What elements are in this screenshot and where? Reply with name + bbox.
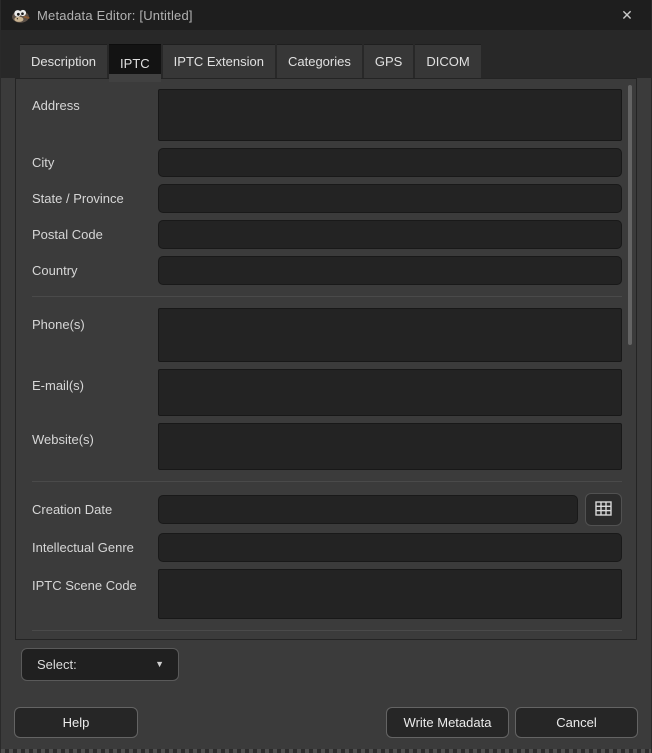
iptc-form-panel: Address City State / Province Postal Cod…	[15, 78, 637, 640]
country-label: Country	[32, 263, 158, 278]
tab-gps[interactable]: GPS	[364, 44, 413, 78]
calendar-picker-button[interactable]	[585, 493, 622, 526]
form-row-address: Address	[32, 89, 622, 141]
form-row-intellectual-genre: Intellectual Genre	[32, 533, 622, 562]
calendar-grid-icon	[595, 501, 612, 519]
form-row-creation-date: Creation Date	[32, 493, 622, 526]
chevron-down-icon: ▼	[155, 660, 164, 669]
gimp-wilber-icon	[11, 8, 30, 23]
postal-code-label: Postal Code	[32, 227, 158, 242]
form-row-city: City	[32, 148, 622, 177]
cancel-button[interactable]: Cancel	[515, 707, 638, 738]
vertical-scrollbar[interactable]	[627, 81, 633, 637]
phones-input[interactable]	[158, 308, 622, 362]
creation-date-input[interactable]	[158, 495, 578, 524]
phones-label: Phone(s)	[32, 308, 158, 332]
city-input[interactable]	[158, 148, 622, 177]
emails-input[interactable]	[158, 369, 622, 416]
select-dropdown[interactable]: Select: ▼	[21, 648, 179, 681]
iptc-scene-code-label: IPTC Scene Code	[32, 569, 158, 593]
close-icon: ✕	[621, 7, 633, 24]
tab-description[interactable]: Description	[20, 44, 107, 78]
window-title: Metadata Editor: [Untitled]	[37, 8, 613, 23]
intellectual-genre-input[interactable]	[158, 533, 622, 562]
select-dropdown-label: Select:	[37, 657, 77, 672]
separator	[32, 481, 622, 482]
iptc-scene-code-input[interactable]	[158, 569, 622, 619]
form-row-websites: Website(s)	[32, 423, 622, 470]
dialog-action-area: Help Write Metadata Cancel	[14, 707, 638, 738]
state-province-input[interactable]	[158, 184, 622, 213]
websites-input[interactable]	[158, 423, 622, 470]
city-label: City	[32, 155, 158, 170]
form-row-postal-code: Postal Code	[32, 220, 622, 249]
address-input[interactable]	[158, 89, 622, 141]
help-button[interactable]: Help	[14, 707, 138, 738]
titlebar[interactable]: Metadata Editor: [Untitled] ✕	[1, 0, 651, 30]
tab-bar: Description IPTC IPTC Extension Categori…	[1, 30, 651, 78]
form-row-emails: E-mail(s)	[32, 369, 622, 416]
country-input[interactable]	[158, 256, 622, 285]
address-label: Address	[32, 89, 158, 113]
creation-date-label: Creation Date	[32, 502, 158, 517]
websites-label: Website(s)	[32, 423, 158, 447]
window-bottom-edge	[1, 749, 651, 753]
metadata-editor-dialog: Metadata Editor: [Untitled] ✕ Descriptio…	[0, 0, 652, 753]
close-button[interactable]: ✕	[613, 1, 641, 29]
tab-iptc[interactable]: IPTC	[109, 44, 161, 82]
form-row-iptc-scene-code: IPTC Scene Code	[32, 569, 622, 619]
separator	[32, 630, 622, 631]
form-row-country: Country	[32, 256, 622, 285]
tab-iptc-extension[interactable]: IPTC Extension	[163, 44, 275, 78]
tab-dicom[interactable]: DICOM	[415, 44, 480, 78]
emails-label: E-mail(s)	[32, 369, 158, 393]
write-metadata-button[interactable]: Write Metadata	[386, 707, 509, 738]
form-row-phones: Phone(s)	[32, 308, 622, 362]
form-scroll-area: Address City State / Province Postal Cod…	[16, 79, 636, 639]
scrollbar-thumb[interactable]	[628, 85, 632, 345]
intellectual-genre-label: Intellectual Genre	[32, 540, 158, 555]
tab-categories[interactable]: Categories	[277, 44, 362, 78]
state-province-label: State / Province	[32, 191, 158, 206]
separator	[32, 296, 622, 297]
form-row-state-province: State / Province	[32, 184, 622, 213]
postal-code-input[interactable]	[158, 220, 622, 249]
